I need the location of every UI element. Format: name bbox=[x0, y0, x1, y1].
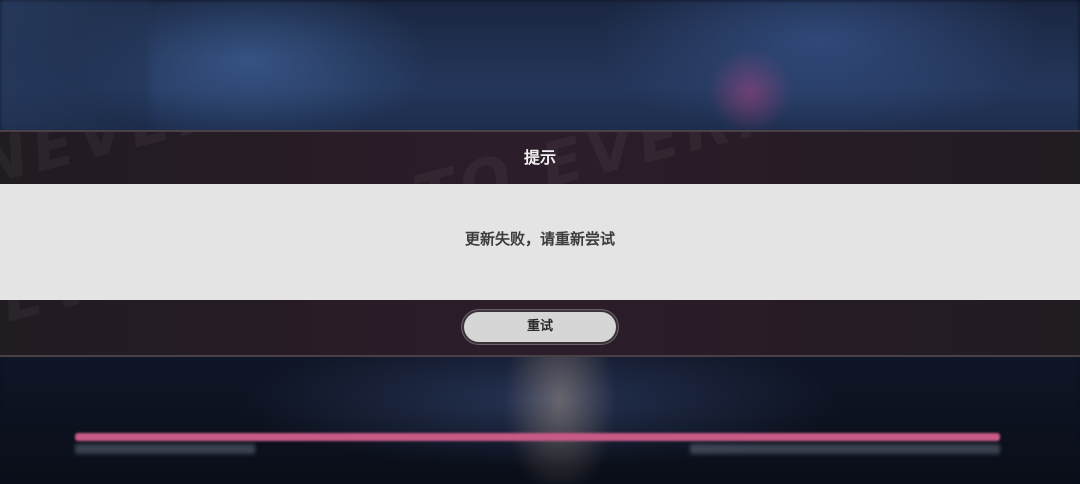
dialog-body: 更新失败，请重新尝试 bbox=[0, 184, 1080, 300]
blurred-status-text-right bbox=[690, 444, 1000, 454]
dialog-title: 提示 bbox=[523, 148, 556, 167]
update-failed-dialog: NEVERNESS TO EVERNESS NEVERNESS TO EVERN… bbox=[0, 130, 1080, 357]
loading-progress-bar bbox=[75, 433, 1000, 441]
loading-progress-fill bbox=[75, 433, 1000, 441]
blurred-status-text-left bbox=[75, 444, 255, 454]
dialog-message: 更新失败，请重新尝试 bbox=[464, 230, 615, 248]
game-screen: NEVERNESS TO EVERNESS NEVERNESS TO EVERN… bbox=[0, 0, 1080, 484]
retry-button[interactable]: 重试 bbox=[464, 312, 616, 342]
background-structure bbox=[0, 0, 150, 130]
